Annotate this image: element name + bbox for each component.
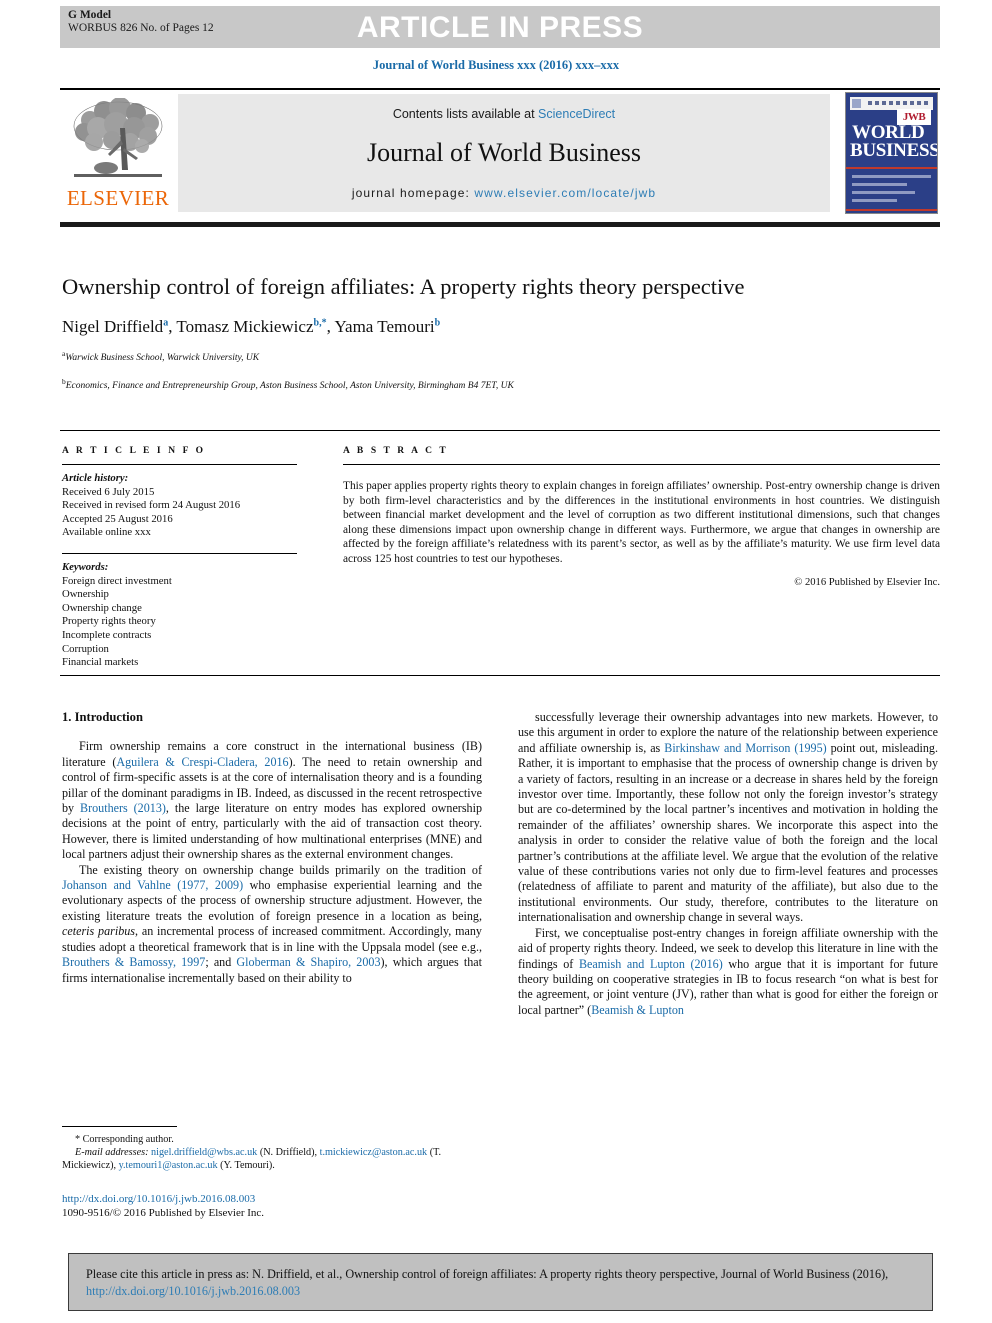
- cite-this-article-box: Please cite this article in press as: N.…: [68, 1253, 933, 1311]
- keyword-1: Ownership: [62, 588, 109, 601]
- article-history-label: Article history:: [62, 472, 129, 484]
- masthead-top-rule: [60, 88, 940, 90]
- paragraph: successfully leverage their ownership ad…: [518, 710, 938, 925]
- affiliation-text-b: Economics, Finance and Entrepreneurship …: [65, 380, 514, 391]
- cite-text-body: Please cite this article in press as: N.…: [86, 1267, 889, 1281]
- masthead-bottom-rule: [60, 222, 940, 227]
- history-item-1: Received in revised form 24 August 2016: [62, 499, 241, 512]
- cover-header-dots: [868, 101, 930, 105]
- article-info-column: A R T I C L E I N F O Article history: R…: [62, 446, 297, 670]
- sciencedirect-link[interactable]: ScienceDirect: [538, 107, 615, 121]
- cover-red-rule-2: [846, 209, 937, 211]
- abstract-rule: [343, 464, 940, 465]
- journal-homepage-line: journal homepage: www.elsevier.com/locat…: [178, 186, 830, 200]
- running-head: Journal of World Business xxx (2016) xxx…: [372, 58, 620, 72]
- article-in-press-text: ARTICLE IN PRESS: [356, 11, 644, 44]
- keyword-6: Financial markets: [62, 656, 139, 669]
- affiliation-text-a: Warwick Business School, Warwick Univers…: [65, 353, 260, 364]
- cover-red-rule-1: [846, 167, 937, 169]
- elsevier-wordmark: ELSEVIER: [66, 186, 170, 210]
- body-column-left: 1. Introduction Firm ownership remains a…: [62, 710, 482, 986]
- body-column-right: successfully leverage their ownership ad…: [518, 710, 938, 1018]
- footnote-block: * Corresponding author. E-mail addresses…: [62, 1133, 482, 1173]
- keyword-5: Corruption: [62, 642, 109, 655]
- affiliation-a: aWarwick Business School, Warwick Univer…: [62, 348, 762, 365]
- issn-copyright-line: 1090-9516/© 2016 Published by Elsevier I…: [62, 1207, 265, 1219]
- paragraph: Firm ownership remains a core construct …: [62, 739, 482, 862]
- footnote-rule: [62, 1126, 177, 1127]
- journal-cover-thumbnail: JWB WORLD BUSINESS: [845, 92, 938, 214]
- article-in-press-banner: G Model WORBUS 826 No. of Pages 12 ARTIC…: [60, 6, 940, 48]
- cover-text-line-2: [852, 183, 907, 186]
- affiliation-b: bEconomics, Finance and Entrepreneurship…: [62, 376, 762, 393]
- cover-title-line2: BUSINESS: [850, 140, 938, 161]
- keyword-4: Incomplete contracts: [62, 628, 152, 641]
- paragraph: The existing theory on ownership change …: [62, 862, 483, 985]
- journal-masthead: ELSEVIER Contents lists available at Sci…: [60, 92, 940, 214]
- contents-panel: Contents lists available at ScienceDirec…: [178, 94, 830, 212]
- paragraph: First, we conceptualise post-entry chang…: [518, 925, 939, 1017]
- cover-text-line-4: [852, 199, 897, 202]
- email-addresses-note: E-mail addresses: nigel.driffield@wbs.ac…: [62, 1146, 482, 1172]
- page-title: Ownership control of foreign affiliates:…: [62, 274, 745, 299]
- article-info-rule: [62, 464, 297, 465]
- elsevier-logo: ELSEVIER: [62, 94, 174, 212]
- doi-link[interactable]: http://dx.doi.org/10.1016/j.jwb.2016.08.…: [62, 1192, 264, 1206]
- keywords-top-rule: [62, 552, 297, 554]
- homepage-label: journal homepage:: [351, 186, 475, 200]
- author-list: Nigel Driffielda, Tomasz Mickiewiczb,*, …: [62, 317, 441, 336]
- history-item-3: Available online xxx: [62, 526, 151, 539]
- keyword-3: Property rights theory: [62, 615, 156, 628]
- contents-available-line: Contents lists available at ScienceDirec…: [178, 107, 830, 121]
- homepage-url-link[interactable]: www.elsevier.com/locate/jwb: [474, 186, 656, 200]
- abstract-heading: A B S T R A C T: [343, 446, 449, 456]
- info-top-rule: [60, 430, 940, 431]
- article-info-heading: A R T I C L E I N F O: [62, 446, 206, 456]
- history-item-0: Received 6 July 2015: [62, 485, 155, 498]
- keywords-label: Keywords:: [62, 560, 109, 573]
- abstract-column: A B S T R A C T This paper applies prope…: [343, 446, 940, 588]
- cite-this-article-text: Please cite this article in press as: N.…: [86, 1266, 915, 1300]
- keyword-2: Ownership change: [62, 601, 142, 614]
- abstract-copyright: © 2016 Published by Elsevier Inc.: [794, 576, 940, 588]
- section-heading-introduction: 1. Introduction: [62, 710, 143, 724]
- abstract-bottom-rule: [60, 675, 940, 676]
- article-history-block: Article history: Received 6 July 2015 Re…: [62, 472, 297, 540]
- paper-page: G Model WORBUS 826 No. of Pages 12 ARTIC…: [0, 0, 992, 1323]
- cover-text-line-3: [852, 191, 915, 194]
- keywords-block: Keywords: Foreign direct investment Owne…: [62, 561, 297, 670]
- contents-label: Contents lists available at: [392, 107, 539, 121]
- journal-title: Journal of World Business: [366, 138, 642, 167]
- title-block: Ownership control of foreign affiliates:…: [62, 272, 762, 392]
- cover-logo-square: [852, 99, 861, 108]
- cite-doi-link[interactable]: http://dx.doi.org/10.1016/j.jwb.2016.08.…: [86, 1284, 300, 1298]
- corresponding-author-note: * Corresponding author.: [75, 1134, 174, 1145]
- abstract-text: This paper applies property rights theor…: [343, 480, 940, 565]
- email-addresses-label: E-mail addresses:: [75, 1147, 149, 1159]
- cover-text-line-1: [852, 175, 931, 178]
- keyword-0: Foreign direct investment: [62, 574, 172, 587]
- history-item-2: Accepted 25 August 2016: [62, 512, 173, 525]
- doi-block: http://dx.doi.org/10.1016/j.jwb.2016.08.…: [62, 1192, 264, 1220]
- elsevier-tree-icon: [68, 98, 168, 186]
